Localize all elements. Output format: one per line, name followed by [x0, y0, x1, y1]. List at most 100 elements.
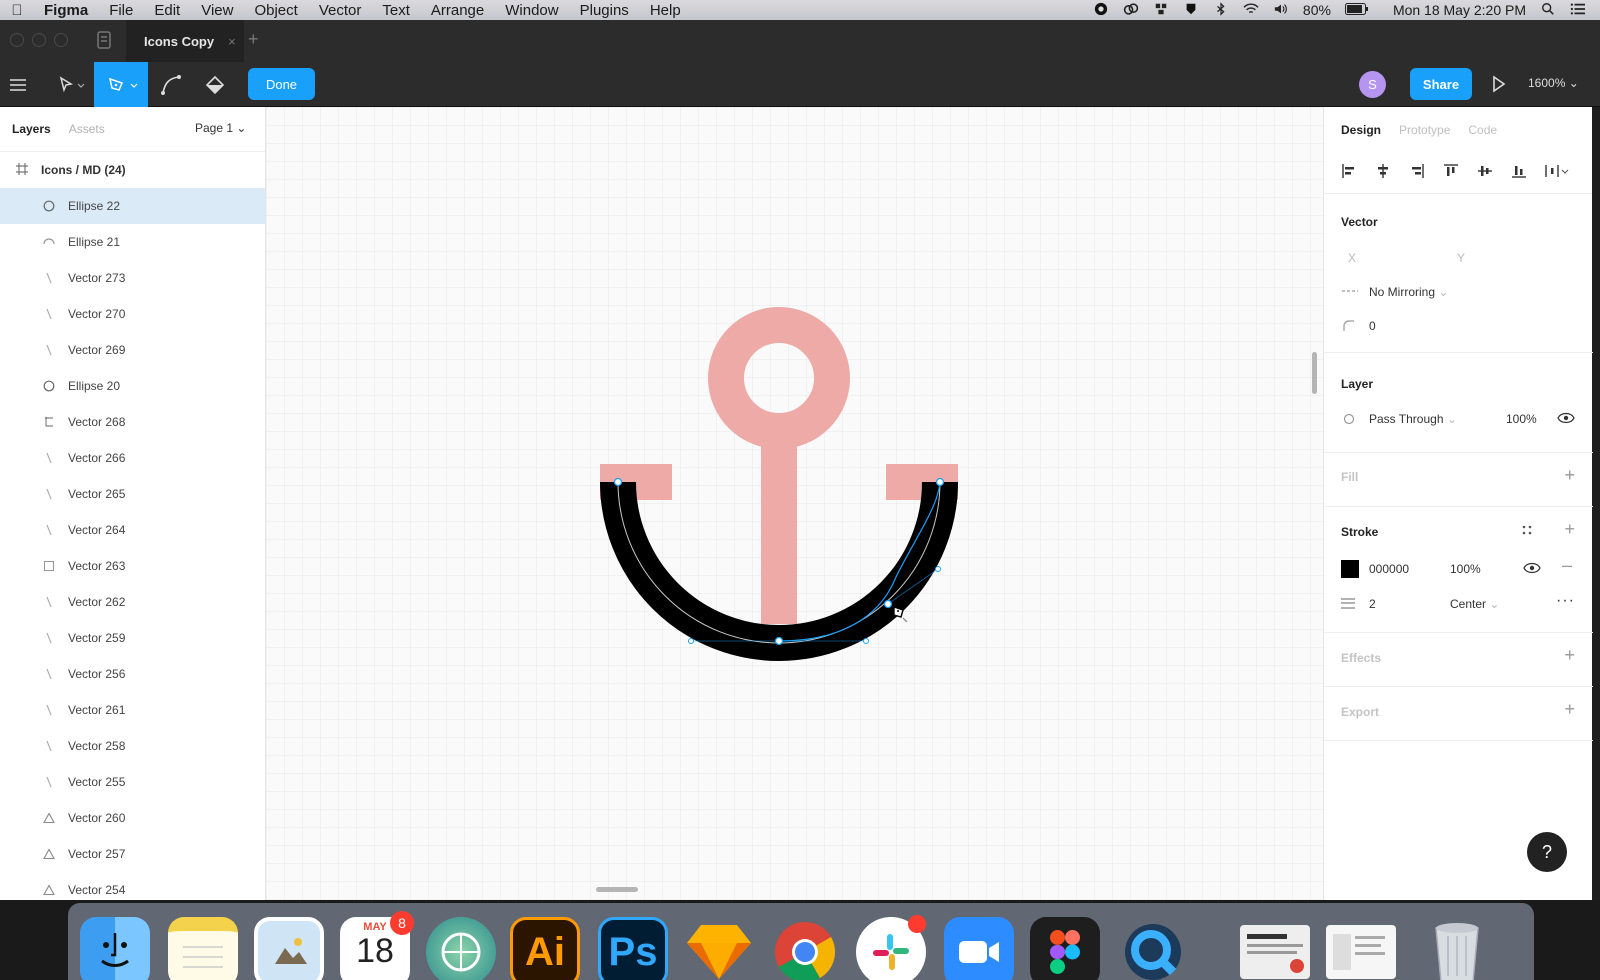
- quicktime-icon[interactable]: [1118, 917, 1188, 980]
- x-input[interactable]: X: [1348, 251, 1356, 265]
- new-tab-icon[interactable]: +: [248, 29, 259, 50]
- bezier-handle[interactable]: [863, 638, 869, 644]
- add-export-icon[interactable]: +: [1564, 699, 1575, 720]
- layer-row[interactable]: Vector 255: [0, 764, 265, 800]
- share-button[interactable]: Share: [1410, 68, 1472, 100]
- stroke-weight-input[interactable]: 2: [1369, 597, 1376, 611]
- record-icon[interactable]: [1093, 2, 1109, 19]
- avatar[interactable]: S: [1359, 71, 1386, 98]
- layer-row[interactable]: Vector 261: [0, 692, 265, 728]
- present-play-icon[interactable]: [1492, 75, 1506, 98]
- layer-row[interactable]: Vector 260: [0, 800, 265, 836]
- shield-icon[interactable]: [1183, 2, 1199, 19]
- corner-radius-input[interactable]: 0: [1369, 319, 1376, 333]
- preview-icon[interactable]: [254, 917, 324, 980]
- distribute-spacing-icon[interactable]: [1545, 163, 1569, 182]
- stroke-visibility-eye-icon[interactable]: [1523, 562, 1541, 577]
- tab-design[interactable]: Design: [1341, 123, 1381, 137]
- layer-row[interactable]: Vector 257: [0, 836, 265, 872]
- layer-row[interactable]: Vector 265: [0, 476, 265, 512]
- canvas[interactable]: [266, 107, 1323, 900]
- layer-row[interactable]: Ellipse 22: [0, 188, 265, 224]
- bluetooth-icon[interactable]: [1213, 1, 1229, 19]
- figma-icon[interactable]: [1030, 917, 1100, 980]
- layer-row[interactable]: Vector 270: [0, 296, 265, 332]
- layer-row[interactable]: Vector 273: [0, 260, 265, 296]
- zoom-icon[interactable]: [944, 917, 1014, 980]
- vector-point[interactable]: [935, 477, 945, 487]
- layer-row[interactable]: Vector 254: [0, 872, 265, 900]
- calendar-icon[interactable]: MAY 18 8: [340, 911, 414, 980]
- window-thumbnail-1[interactable]: [1240, 925, 1310, 979]
- menu-plugins[interactable]: Plugins: [580, 2, 629, 19]
- window-thumbnail-2[interactable]: [1326, 925, 1396, 979]
- window-minimize-button[interactable]: [32, 33, 46, 47]
- menu-edit[interactable]: Edit: [154, 2, 180, 19]
- horizontal-scrollbar[interactable]: [596, 887, 638, 892]
- page-dropdown[interactable]: Page 1 ⌄: [195, 121, 246, 135]
- menu-help[interactable]: Help: [650, 2, 681, 19]
- vector-point[interactable]: [613, 477, 623, 487]
- tab-code[interactable]: Code: [1468, 123, 1497, 137]
- sketch-icon[interactable]: [684, 917, 754, 980]
- tab-prototype[interactable]: Prototype: [1399, 123, 1450, 137]
- align-right-icon[interactable]: [1409, 163, 1425, 182]
- add-stroke-icon[interactable]: +: [1564, 519, 1575, 540]
- vector-point[interactable]: [774, 636, 784, 646]
- move-tool-button[interactable]: [48, 62, 94, 107]
- file-tab[interactable]: Icons Copy ×: [126, 20, 244, 62]
- apple-menu-icon[interactable]: : [0, 2, 34, 19]
- slack-icon[interactable]: [856, 915, 926, 980]
- clock[interactable]: Mon 18 May 2:20 PM: [1393, 2, 1526, 18]
- help-button[interactable]: ?: [1527, 832, 1567, 872]
- menu-view[interactable]: View: [201, 2, 233, 19]
- menu-arrange[interactable]: Arrange: [431, 2, 484, 19]
- window-close-button[interactable]: [10, 33, 24, 47]
- align-left-icon[interactable]: [1341, 163, 1357, 182]
- creative-cloud-icon[interactable]: [1123, 2, 1139, 19]
- layer-row[interactable]: Vector 256: [0, 656, 265, 692]
- menu-window[interactable]: Window: [505, 2, 558, 19]
- mirroring-dropdown[interactable]: No Mirroring ⌄: [1369, 285, 1448, 299]
- dropbox-icon[interactable]: [1153, 2, 1169, 19]
- anchor-artwork[interactable]: [266, 107, 1323, 900]
- remove-stroke-icon[interactable]: –: [1562, 555, 1572, 576]
- layer-row[interactable]: Ellipse 21: [0, 224, 265, 260]
- align-vertical-center-icon[interactable]: [1477, 163, 1493, 182]
- vertical-scrollbar[interactable]: [1312, 352, 1317, 394]
- layer-row[interactable]: Ellipse 20: [0, 368, 265, 404]
- layer-row[interactable]: Vector 266: [0, 440, 265, 476]
- main-menu-icon[interactable]: [0, 62, 36, 107]
- menu-object[interactable]: Object: [254, 2, 297, 19]
- drafts-icon[interactable]: [96, 30, 112, 55]
- volume-icon[interactable]: [1273, 2, 1289, 19]
- bezier-handle[interactable]: [688, 638, 694, 644]
- bezier-handle[interactable]: [935, 566, 941, 572]
- wifi-icon[interactable]: [1243, 2, 1259, 19]
- layer-row[interactable]: Vector 268: [0, 404, 265, 440]
- blend-mode-dropdown[interactable]: Pass Through ⌄: [1369, 412, 1457, 426]
- eye-icon[interactable]: [1557, 412, 1575, 427]
- layer-row[interactable]: Vector 258: [0, 728, 265, 764]
- anchor-ring[interactable]: [708, 307, 850, 449]
- stroke-position-dropdown[interactable]: Center ⌄: [1450, 597, 1499, 611]
- close-tab-icon[interactable]: ×: [228, 34, 236, 49]
- layer-opacity-input[interactable]: 100%: [1506, 412, 1537, 426]
- menu-file[interactable]: File: [109, 2, 133, 19]
- layer-row[interactable]: Vector 269: [0, 332, 265, 368]
- notes-icon[interactable]: [168, 917, 238, 980]
- align-bottom-icon[interactable]: [1511, 163, 1527, 182]
- align-horizontal-center-icon[interactable]: [1375, 163, 1391, 182]
- menu-text[interactable]: Text: [382, 2, 410, 19]
- illustrator-icon[interactable]: Ai: [510, 917, 580, 980]
- battery-icon[interactable]: [1344, 2, 1369, 18]
- zoom-level-dropdown[interactable]: 1600% ⌄: [1528, 76, 1579, 90]
- add-fill-icon[interactable]: +: [1564, 465, 1575, 486]
- anchor-shank[interactable]: [761, 432, 797, 624]
- chrome-icon[interactable]: [770, 917, 840, 980]
- advanced-stroke-more-icon[interactable]: ···: [1556, 592, 1575, 610]
- vector-point[interactable]: [883, 599, 893, 609]
- paint-bucket-icon[interactable]: [200, 62, 230, 107]
- layer-row[interactable]: Vector 264: [0, 512, 265, 548]
- spotlight-search-icon[interactable]: [1540, 2, 1556, 19]
